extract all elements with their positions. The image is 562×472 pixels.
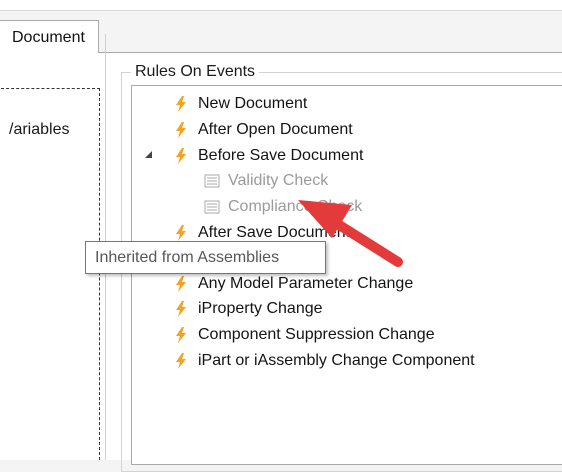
lightning-bolt-icon (176, 353, 186, 369)
tree-item-compliance-check[interactable]: Compliance Check (204, 195, 362, 219)
inherited-tooltip: Inherited from Assemblies (85, 241, 326, 274)
tree-item-component-suppression-change[interactable]: Component Suppression Change (175, 323, 435, 347)
tree-item-label: Compliance Check (228, 198, 363, 215)
lightning-bolt-icon (176, 301, 186, 317)
tree-item-label: iProperty Change (198, 300, 323, 317)
rule-document-icon (204, 174, 220, 188)
tree-item-label: Before Save Document (198, 147, 364, 164)
lightning-bolt-icon (176, 148, 186, 164)
tree-item-ipart-iassembly-change-component[interactable]: iPart or iAssembly Change Component (175, 349, 475, 373)
tree-item-label: Validity Check (228, 172, 329, 189)
left-tree-item-variables[interactable]: /ariables (9, 121, 69, 139)
tree-item-validity-check[interactable]: Validity Check (204, 169, 328, 193)
lightning-bolt-icon (176, 122, 186, 138)
tree-item-iproperty-change[interactable]: iProperty Change (175, 297, 323, 321)
tree-item-label: Any Model Parameter Change (198, 275, 414, 292)
tree-item-label: iPart or iAssembly Change Component (198, 352, 475, 369)
tree-item-label: Component Suppression Change (198, 326, 435, 343)
lightning-bolt-icon (176, 276, 186, 292)
rules-on-events-title: Rules On Events (131, 63, 260, 81)
left-tree-focus-box[interactable] (0, 88, 100, 460)
tree-item-new-document[interactable]: New Document (175, 92, 307, 116)
tree-item-label: After Open Document (198, 121, 353, 138)
window-top-strip (0, 0, 562, 11)
lightning-bolt-icon (176, 327, 186, 343)
tree-item-before-save-document[interactable]: Before Save Document (175, 144, 363, 168)
tree-item-any-model-parameter-change[interactable]: Any Model Parameter Change (175, 272, 413, 296)
tree-item-after-open-document[interactable]: After Open Document (175, 118, 353, 142)
tree-item-label: New Document (198, 95, 308, 112)
tree-item-label: After Save Document (198, 224, 351, 241)
lightning-bolt-icon (176, 96, 186, 112)
lightning-bolt-icon (176, 225, 186, 241)
collapse-triangle-icon[interactable] (144, 151, 153, 159)
rule-document-icon (204, 200, 220, 214)
